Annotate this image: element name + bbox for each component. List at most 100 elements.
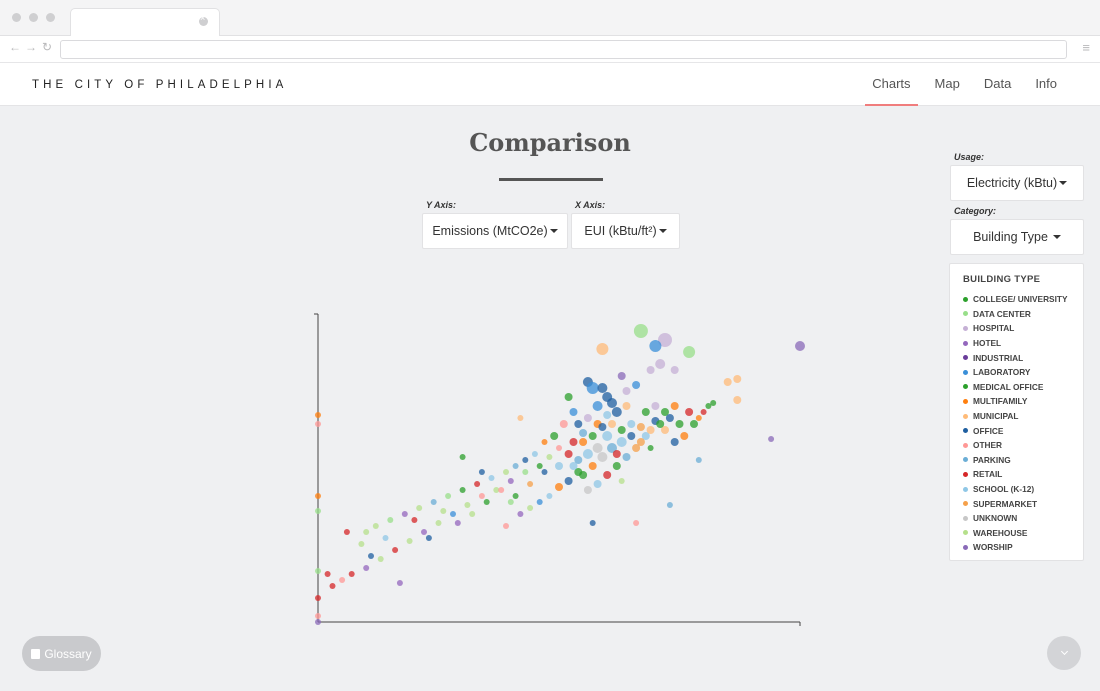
category-selector: Category: Building Type xyxy=(950,206,1084,255)
main-content: Comparison Y Axis: Emissions (MtCO2e) X … xyxy=(0,106,1100,691)
scatter-point xyxy=(768,436,775,442)
browser-titlebar xyxy=(0,0,1100,37)
legend-item[interactable]: OTHER xyxy=(963,438,1068,453)
scatter-point xyxy=(454,520,461,526)
scatter-point xyxy=(503,469,509,475)
legend-item[interactable]: UNKNOWN xyxy=(963,511,1068,526)
legend-item[interactable]: LABORATORY xyxy=(963,365,1068,380)
scatter-point xyxy=(377,556,384,562)
legend-dot-icon xyxy=(963,398,968,404)
scatter-point xyxy=(527,505,534,511)
forward-arrow-icon[interactable]: → xyxy=(25,40,37,54)
legend-item[interactable]: MUNICIPAL xyxy=(963,409,1068,424)
scatter-point xyxy=(555,483,563,491)
scatter-point xyxy=(633,520,640,526)
y-axis-value: Emissions (MtCO2e) xyxy=(432,224,548,238)
y-axis-caption: Y Axis: xyxy=(426,200,457,210)
scatter-point xyxy=(651,402,660,410)
legend-item[interactable]: HOTEL xyxy=(963,336,1068,351)
scatter-chart xyxy=(314,313,805,626)
scatter-point xyxy=(641,408,650,416)
scatter-point xyxy=(459,487,466,493)
scatter-point xyxy=(382,535,389,541)
legend-label: MULTIFAMILY xyxy=(973,396,1028,407)
glossary-button[interactable]: Glossary xyxy=(22,636,101,671)
title-divider xyxy=(499,178,603,181)
legend-item[interactable]: WORSHIP xyxy=(963,540,1068,555)
scatter-point xyxy=(617,372,626,380)
scatter-point xyxy=(512,463,519,469)
scatter-point xyxy=(363,565,370,571)
legend-item[interactable]: WAREHOUSE xyxy=(963,526,1068,541)
scatter-point xyxy=(646,426,655,434)
legend-label: HOTEL xyxy=(973,338,1002,349)
scatter-point xyxy=(588,432,597,440)
scatter-point xyxy=(550,432,559,440)
scatter-point xyxy=(421,529,427,535)
usage-dropdown[interactable]: Electricity (kBtu) xyxy=(950,165,1084,201)
scatter-point xyxy=(503,523,509,529)
nav-data[interactable]: Data xyxy=(977,64,1018,106)
scatter-point xyxy=(315,613,321,619)
nav-map[interactable]: Map xyxy=(928,64,967,106)
legend-item[interactable]: RETAIL xyxy=(963,467,1068,482)
scatter-point xyxy=(733,396,742,404)
scatter-point xyxy=(592,401,603,411)
legend-label: PARKING xyxy=(973,454,1011,465)
legend-dot-icon xyxy=(963,501,968,507)
scatter-point xyxy=(488,475,495,481)
legend-item[interactable]: SUPERMARKET xyxy=(963,496,1068,511)
scatter-point xyxy=(569,408,578,416)
scatter-point xyxy=(401,511,408,517)
scatter-point xyxy=(315,493,321,499)
glossary-label: Glossary xyxy=(44,646,92,661)
y-axis-selector: Y Axis: Emissions (MtCO2e) xyxy=(422,200,568,249)
scatter-point xyxy=(564,477,573,485)
legend-item[interactable]: INDUSTRIAL xyxy=(963,350,1068,365)
scatter-point xyxy=(616,437,627,447)
x-axis-caption: X Axis: xyxy=(575,200,606,210)
nav-info[interactable]: Info xyxy=(1028,64,1064,106)
scatter-point xyxy=(541,469,548,475)
legend-item[interactable]: MEDICAL OFFICE xyxy=(963,380,1068,395)
legend-dot-icon xyxy=(963,296,968,302)
scatter-point xyxy=(655,359,666,369)
scatter-point xyxy=(559,420,568,428)
legend-label: INDUSTRIAL xyxy=(973,352,1024,363)
legend-dot-icon xyxy=(963,355,968,361)
scatter-point xyxy=(700,409,707,415)
legend-item[interactable]: DATA CENTER xyxy=(963,307,1068,322)
legend-item[interactable]: MULTIFAMILY xyxy=(963,394,1068,409)
legend-item[interactable]: OFFICE xyxy=(963,423,1068,438)
brand-title[interactable]: THE CITY OF PHILADELPHIA xyxy=(32,79,287,91)
legend-item[interactable]: COLLEGE/ UNIVERSITY xyxy=(963,292,1068,307)
scatter-point xyxy=(430,499,437,505)
category-dropdown[interactable]: Building Type xyxy=(950,219,1084,255)
tab-close-icon[interactable] xyxy=(199,13,208,26)
legend-item[interactable]: SCHOOL (K-12) xyxy=(963,482,1068,497)
scatter-point xyxy=(597,452,608,462)
browser-tab[interactable] xyxy=(70,8,220,37)
usage-value: Electricity (kBtu) xyxy=(966,176,1058,190)
scatter-point xyxy=(733,375,742,383)
page-title: Comparison xyxy=(469,128,631,157)
x-axis-dropdown[interactable]: EUI (kBtu/ft²) xyxy=(571,213,680,249)
window-maximize-dot[interactable] xyxy=(46,13,55,22)
scatter-point xyxy=(363,529,370,535)
reload-icon[interactable]: ↻ xyxy=(42,40,52,54)
scatter-point xyxy=(569,438,578,446)
y-axis-dropdown[interactable]: Emissions (MtCO2e) xyxy=(422,213,568,249)
legend-label: RETAIL xyxy=(973,469,1003,480)
window-minimize-dot[interactable] xyxy=(29,13,38,22)
nav-charts[interactable]: Charts xyxy=(865,64,918,107)
scatter-point xyxy=(522,457,529,463)
legend-label: WORSHIP xyxy=(973,542,1013,553)
scroll-down-button[interactable] xyxy=(1047,636,1081,670)
address-bar[interactable] xyxy=(60,40,1067,59)
scatter-point xyxy=(555,462,563,470)
legend-item[interactable]: HOSPITAL xyxy=(963,321,1068,336)
browser-menu-icon[interactable]: ≡ xyxy=(1082,40,1090,55)
legend-item[interactable]: PARKING xyxy=(963,453,1068,468)
back-arrow-icon[interactable]: ← xyxy=(9,40,21,54)
window-close-dot[interactable] xyxy=(12,13,21,22)
